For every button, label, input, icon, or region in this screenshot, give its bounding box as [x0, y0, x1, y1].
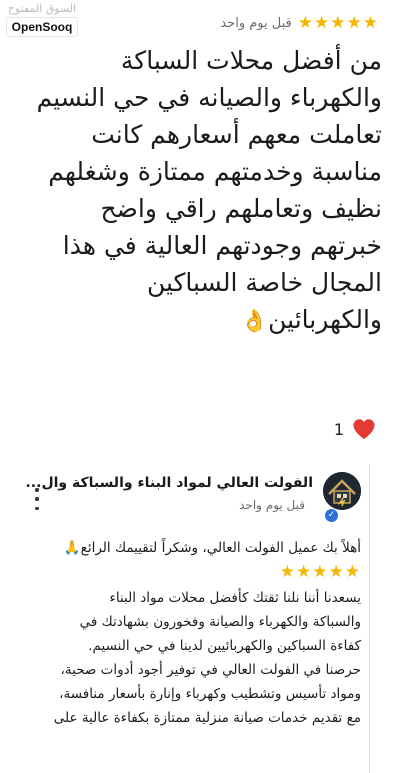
star-icon: ★ [362, 13, 378, 33]
reply-line: حرصنا في الفولت العالي في توفير أجود أدو… [60, 662, 361, 678]
watermark-brand: OpenSooq [6, 17, 78, 37]
review-time: قبل يوم واحد [220, 15, 292, 31]
reply-greeting: أهلاً بك عميل الفولت العالي، وشكراً لتقي… [63, 540, 361, 556]
like-count: 1 [333, 419, 344, 439]
review-line: المجال خاصة السباكين [146, 268, 382, 297]
reply-header: ✓ الفولت العالي لمواد البناء والسباكة وا… [25, 472, 361, 524]
review-line: من أفضل محلات السباكة [120, 46, 382, 75]
business-reply: ✓ الفولت العالي لمواد البناء والسباكة وا… [25, 464, 370, 773]
review-line: مناسبة وخدمتهم ممتازة وشغلهم [48, 157, 382, 186]
reply-star-emojis: ★★★★★ [279, 562, 361, 582]
more-vert-icon[interactable] [30, 488, 44, 510]
review-line: نظيف وتعاملهم راقي واضح [100, 194, 382, 223]
business-avatar[interactable] [323, 472, 361, 510]
reply-line: كفاءة السباكين والكهربائيين لدينا في حي … [88, 638, 361, 654]
review-line: خبرتهم وجودتهم العالية في هذا [62, 231, 382, 260]
star-icon: ★ [314, 13, 330, 33]
heart-icon[interactable] [352, 418, 376, 440]
review-header: ★ ★ ★ ★ ★ قبل يوم واحد [220, 14, 378, 32]
storefront-logo-icon [323, 472, 361, 510]
star-icon: ★ [330, 13, 346, 33]
star-icon: ★ [346, 13, 362, 33]
ok-hand-emoji: 👌 [240, 309, 269, 334]
reply-time: قبل يوم واحد [239, 498, 305, 512]
reply-text: أهلاً بك عميل الفولت العالي، وشكراً لتقي… [18, 536, 361, 730]
like-row: 1 [334, 418, 376, 440]
business-name[interactable]: الفولت العالي لمواد البناء والسباكة وال.… [25, 475, 313, 491]
review-text: من أفضل محلات السباكة والكهرباء والصيانه… [12, 42, 382, 340]
reply-line: والسباكة والكهرباء والصيانة وفخورون بشها… [79, 614, 361, 630]
verified-badge-icon: ✓ [324, 508, 339, 523]
reply-line: ومواد تأسيس وتشطيب وكهرباء وإنارة بأسعار… [59, 686, 361, 702]
review-line: والكهرباء والصيانه في حي النسيم [36, 83, 382, 112]
opensooq-watermark: السوق المفتوح OpenSooq [6, 2, 78, 37]
reply-line: مع تقديم خدمات صيانة منزلية ممتازة بكفاء… [53, 710, 361, 726]
watermark-arabic: السوق المفتوح [7, 2, 77, 15]
review-line: تعاملت معهم أسعارهم كانت [91, 120, 382, 149]
reply-line: يسعدنا أننا نلنا ثقتك كأفضل محلات مواد ا… [109, 590, 361, 606]
review-star-rating: ★ ★ ★ ★ ★ [298, 14, 378, 32]
review-line-text: والكهربائين [268, 305, 382, 334]
star-icon: ★ [297, 13, 313, 33]
review-line-last: والكهربائين👌 [12, 301, 382, 340]
